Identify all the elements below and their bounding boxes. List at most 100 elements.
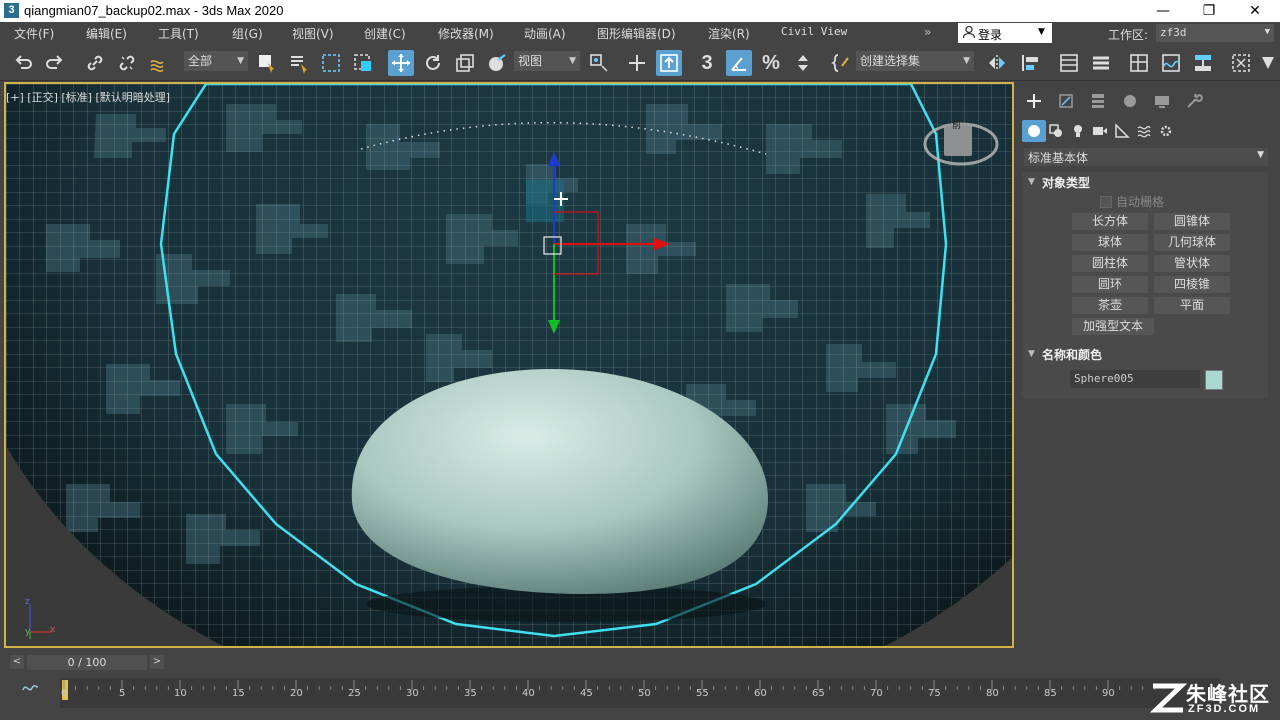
angle-snap-icon[interactable] [726, 50, 752, 76]
unlink-icon[interactable] [114, 50, 140, 76]
name-color-title[interactable]: 名称和颜色 [1042, 346, 1102, 363]
motion-tab-icon[interactable] [1118, 90, 1142, 112]
ribbon-toggle-icon[interactable] [1126, 50, 1152, 76]
hierarchy-tab-icon[interactable] [1086, 90, 1110, 112]
lights-category-icon[interactable] [1066, 120, 1090, 142]
helpers-category-icon[interactable] [1110, 120, 1134, 142]
window-crossing-icon[interactable] [350, 50, 376, 76]
geometry-category-icon[interactable] [1022, 120, 1046, 142]
next-frame-button[interactable]: > [150, 655, 164, 669]
pyramid-button[interactable]: 四棱锥 [1154, 276, 1230, 293]
textplus-button[interactable]: 加强型文本 [1072, 318, 1154, 335]
undo-icon[interactable] [10, 50, 36, 76]
track-tick-label: 65 [812, 688, 825, 699]
viewport-scene[interactable] [6, 84, 1012, 646]
menu-rendering[interactable]: 渲染(R) [708, 25, 750, 42]
percent-snap-label: % [762, 51, 780, 74]
space-warps-category-icon[interactable] [1132, 120, 1156, 142]
menu-group[interactable]: 组(G) [232, 25, 263, 42]
spinner-snap-icon[interactable] [790, 50, 816, 76]
keyboard-shortcut-override-icon[interactable] [656, 50, 682, 76]
display-tab-icon[interactable] [1150, 90, 1174, 112]
chevron-down-icon: ▼ [569, 56, 576, 66]
align-icon[interactable] [1018, 50, 1044, 76]
menu-graph-editors[interactable]: 图形编辑器(D) [597, 25, 676, 42]
redo-icon[interactable] [42, 50, 68, 76]
select-move-icon[interactable] [388, 50, 414, 76]
manipulate-icon[interactable] [624, 50, 650, 76]
menu-tools[interactable]: 工具(T) [158, 25, 199, 42]
select-rotate-icon[interactable] [420, 50, 446, 76]
rectangular-selection-icon[interactable] [318, 50, 344, 76]
tube-button[interactable]: 管状体 [1154, 255, 1230, 272]
cameras-category-icon[interactable] [1088, 120, 1112, 142]
layer-explorer-icon[interactable] [1088, 50, 1114, 76]
collapse-triangle-icon[interactable]: ▼ [1028, 349, 1035, 359]
track-tick-label: 85 [1044, 688, 1057, 699]
menu-animation[interactable]: 动画(A) [524, 25, 566, 42]
viewcube-label: 前 [952, 121, 962, 131]
object-color-swatch[interactable] [1205, 370, 1223, 390]
select-by-name-icon[interactable] [286, 50, 312, 76]
maximize-button[interactable]: ❐ [1186, 0, 1232, 22]
viewport[interactable] [4, 82, 1014, 648]
select-scale-icon[interactable] [452, 50, 478, 76]
object-name-field[interactable]: Sphere005 [1070, 370, 1200, 388]
edit-named-selection-icon[interactable] [828, 50, 854, 76]
reference-coordinate-value: 视图 [518, 54, 543, 68]
autogrid-checkbox[interactable] [1100, 196, 1112, 208]
bind-space-warp-icon[interactable] [146, 50, 172, 76]
sphere-button[interactable]: 球体 [1072, 234, 1148, 251]
cone-button[interactable]: 圆锥体 [1154, 213, 1230, 230]
chevron-down-icon: ▼ [1257, 150, 1264, 160]
minimize-button[interactable]: — [1140, 0, 1186, 22]
signin-dropdown[interactable]: 登录 ▼ [958, 23, 1052, 43]
pivot-point-icon[interactable] [586, 50, 612, 76]
time-slider[interactable]: 0 / 100 [27, 655, 147, 670]
link-icon[interactable] [82, 50, 108, 76]
render-setup-icon[interactable] [1258, 50, 1278, 76]
schematic-view-icon[interactable] [1190, 50, 1216, 76]
material-editor-icon[interactable] [1228, 50, 1254, 76]
prev-frame-button[interactable]: < [10, 655, 24, 669]
cylinder-button[interactable]: 圆柱体 [1072, 255, 1148, 272]
shapes-category-icon[interactable] [1044, 120, 1068, 142]
utilities-tab-icon[interactable] [1182, 90, 1206, 112]
plane-button[interactable]: 平面 [1154, 297, 1230, 314]
systems-category-icon[interactable] [1154, 120, 1178, 142]
curve-editor-toggle-icon[interactable] [22, 680, 40, 697]
curve-editor-icon[interactable] [1158, 50, 1184, 76]
menu-views[interactable]: 视图(V) [292, 25, 334, 42]
scene-explorer-icon[interactable] [1056, 50, 1082, 76]
menu-modifiers[interactable]: 修改器(M) [438, 25, 494, 42]
modify-tab-icon[interactable] [1054, 90, 1078, 112]
selection-filter-dropdown[interactable]: 全部 ▼ [184, 51, 248, 71]
reference-coordinate-dropdown[interactable]: 视图 ▼ [514, 51, 580, 71]
named-selection-set-dropdown[interactable]: 创建选择集 ▼ [856, 51, 974, 71]
torus-button[interactable]: 圆环 [1072, 276, 1148, 293]
close-button[interactable]: ✕ [1232, 0, 1278, 22]
menu-civil-view[interactable]: Civil View [781, 25, 847, 38]
create-tab-icon[interactable] [1022, 90, 1046, 112]
menu-overflow[interactable]: » [924, 25, 931, 39]
box-button[interactable]: 长方体 [1072, 213, 1148, 230]
category-dropdown[interactable]: 标准基本体 ▼ [1024, 148, 1268, 166]
viewport-label[interactable]: [+] [正交] [标准] [默认明暗处理] [6, 89, 170, 105]
object-type-title[interactable]: 对象类型 [1042, 174, 1090, 191]
select-object-icon[interactable] [254, 50, 280, 76]
workspace-select[interactable]: zf3d ▼ [1156, 24, 1274, 42]
track-tick-label: 55 [696, 688, 709, 699]
percent-snap-icon[interactable]: % [758, 50, 784, 76]
menu-create[interactable]: 创建(C) [364, 25, 406, 42]
collapse-triangle-icon[interactable]: ▼ [1028, 177, 1035, 187]
menu-edit[interactable]: 编辑(E) [86, 25, 127, 42]
teapot-button[interactable]: 茶壶 [1072, 297, 1148, 314]
geosphere-button[interactable]: 几何球体 [1154, 234, 1230, 251]
mirror-icon[interactable] [984, 50, 1010, 76]
placement-icon[interactable] [484, 50, 510, 76]
selection-filter-value: 全部 [188, 54, 213, 68]
menu-file[interactable]: 文件(F) [14, 25, 54, 42]
axis-x-label: x [50, 625, 56, 635]
snaps-toggle-icon[interactable]: 3 [694, 50, 720, 76]
app-icon[interactable]: 3 [4, 3, 19, 18]
